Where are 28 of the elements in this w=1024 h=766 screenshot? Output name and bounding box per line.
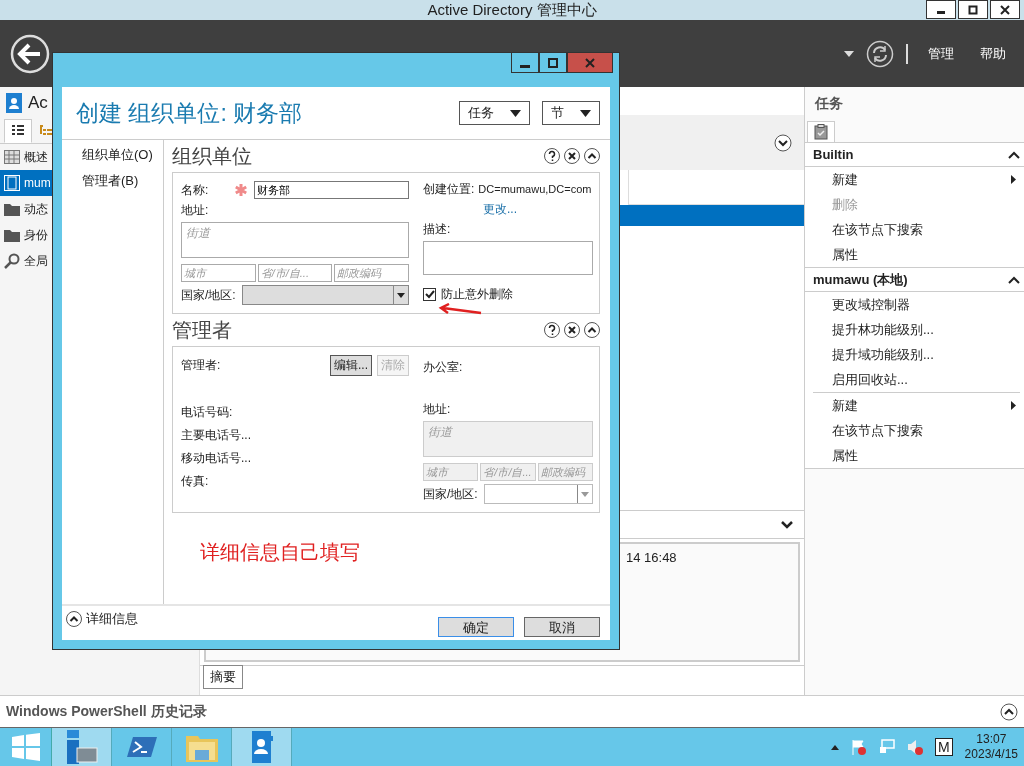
field-label: 国家/地区: xyxy=(181,286,236,304)
field-label: 办公室: xyxy=(423,359,464,376)
field-label: 名称: xyxy=(181,181,209,199)
field-label: 管理者: xyxy=(181,357,221,374)
field-label: 移动电话号... xyxy=(181,450,252,467)
field-label: 主要电话号... xyxy=(181,427,252,444)
section-heading: 组织单位 xyxy=(172,143,252,169)
postal-code-field: 邮政编码 xyxy=(537,463,593,481)
timestamp: 14 16:48 xyxy=(626,550,677,565)
field-label: 创建位置: xyxy=(423,181,475,198)
app-title: Ac xyxy=(28,93,48,113)
checkbox-label: 防止意外删除 xyxy=(441,286,513,303)
field-label: 地址: xyxy=(181,202,210,219)
city-field: 城市 xyxy=(423,463,479,481)
street-field: 街道 xyxy=(423,421,593,457)
field-label: 电话号码: xyxy=(181,404,234,421)
field-label: 传真: xyxy=(181,473,210,490)
section-heading: 管理者 xyxy=(172,317,232,343)
province-field: 省/市/自... xyxy=(480,463,536,481)
field-label: 国家/地区: xyxy=(423,485,478,503)
dialog-title: 创建 组织单位: 财务部 xyxy=(76,98,303,128)
field-label: 描述: xyxy=(423,221,452,238)
powershell-history-title: Windows PowerShell 历史记录 xyxy=(6,702,207,721)
tasks-title: 任务 xyxy=(813,94,844,113)
window-title: Active Directory 管理中心 xyxy=(427,0,597,20)
annotation-text: 详细信息自己填写 xyxy=(199,540,361,565)
field-label: 地址: xyxy=(423,401,452,418)
location-text: DC=mumawu,DC=com xyxy=(478,182,592,197)
